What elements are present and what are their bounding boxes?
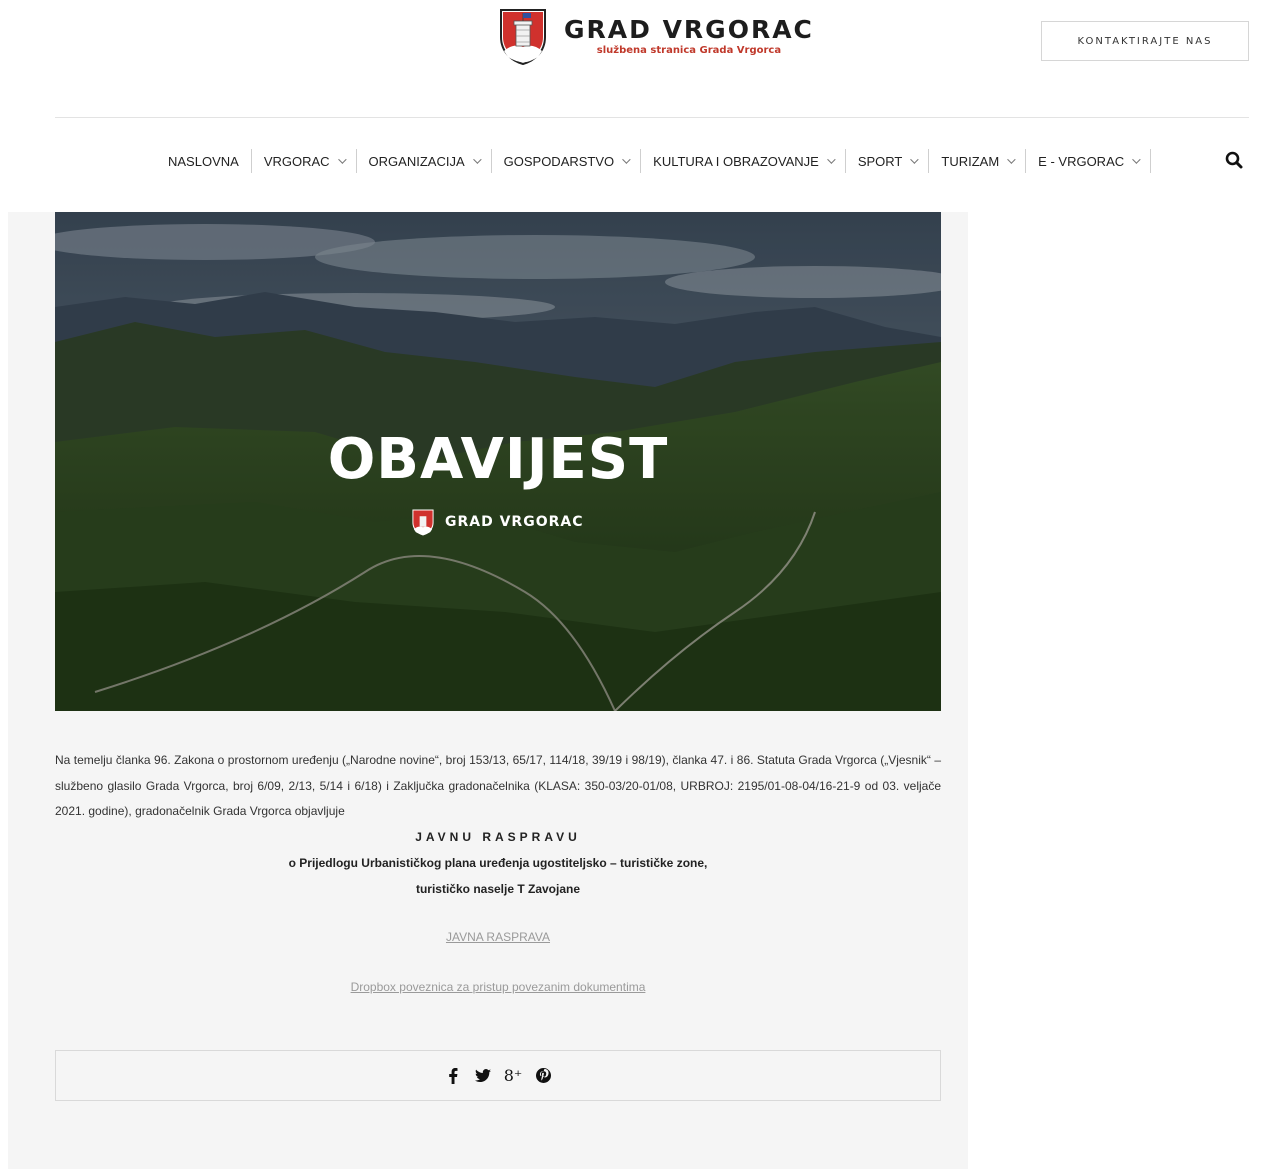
nav-item-label: ORGANIZACIJA <box>368 153 465 169</box>
nav-item-e-vrgorac[interactable]: E - VRGORAC <box>1026 149 1152 173</box>
site-title: GRAD VRGORAC <box>564 15 814 44</box>
crest-icon <box>500 9 546 65</box>
hero-image: OBAVIJEST GRAD VRGORAC <box>55 212 941 711</box>
nav-item-label: VRGORAC <box>263 153 330 169</box>
hero-brand-text: GRAD VRGORAC <box>445 514 584 530</box>
nav-list: NASLOVNA VRGORAC ORGANIZACIJA GOSPODARSTVO K… <box>156 149 1152 173</box>
chevron-down-icon <box>472 155 482 164</box>
article-body: Na temelju članka 96. Zakona o prostorno… <box>55 748 941 994</box>
pinterest-icon[interactable] <box>535 1068 551 1084</box>
site-header: GRAD VRGORAC službena stranica Grada Vrg… <box>0 0 1287 118</box>
nav-item-kultura-i-obrazovanje[interactable]: KULTURA I OBRAZOVANJE <box>641 149 846 173</box>
nav-item-sport[interactable]: SPORT <box>846 149 930 173</box>
nav-item-label: GOSPODARSTVO <box>503 153 615 169</box>
nav-item-naslovna[interactable]: NASLOVNA <box>156 149 252 173</box>
crest-icon <box>412 509 434 536</box>
main-nav: NASLOVNA VRGORAC ORGANIZACIJA GOSPODARSTVO K… <box>0 143 1287 177</box>
twitter-icon[interactable] <box>475 1068 491 1084</box>
site-subtitle: službena stranica Grada Vrgorca <box>596 45 782 56</box>
nav-item-label: SPORT <box>857 153 903 169</box>
chevron-down-icon <box>826 155 836 164</box>
hero-brand: GRAD VRGORAC <box>411 507 584 537</box>
nav-item-gospodarstvo[interactable]: GOSPODARSTVO <box>492 149 642 173</box>
nav-item-label: E - VRGORAC <box>1038 153 1125 169</box>
chevron-down-icon <box>1132 155 1141 164</box>
article-paragraph: Na temelju članka 96. Zakona o prostorno… <box>55 753 941 818</box>
site-logo[interactable]: GRAD VRGORAC službena stranica Grada Vrg… <box>498 7 814 65</box>
content-area: OBAVIJEST GRAD VRGORAC Na temelju članka… <box>8 212 968 1169</box>
nav-item-vrgorac[interactable]: VRGORAC <box>252 149 357 173</box>
facebook-icon[interactable] <box>445 1067 461 1084</box>
article-subheading: o Prijedlogu Urbanističkog plana uređenj… <box>288 855 708 870</box>
article-heading: JAVNU RASPRAVU <box>415 829 581 844</box>
google-plus-icon[interactable]: 8⁺ <box>504 1066 523 1085</box>
chevron-down-icon <box>1007 155 1016 164</box>
share-bar: 8⁺ <box>55 1050 941 1101</box>
article-subheading: turističko naselje T Zavojane <box>415 881 581 896</box>
nav-item-label: KULTURA I OBRAZOVANJE <box>653 153 819 169</box>
chevron-down-icon <box>622 155 631 164</box>
contact-button[interactable]: KONTAKTIRAJTE NAS <box>1041 21 1249 61</box>
nav-item-turizam[interactable]: TURIZAM <box>929 149 1027 173</box>
nav-item-label: NASLOVNA <box>168 153 239 169</box>
hero-title: OBAVIJEST <box>327 427 669 492</box>
chevron-down-icon <box>910 155 920 164</box>
dropbox-link[interactable]: Dropbox poveznica za pristup povezanim d… <box>55 980 941 994</box>
nav-item-organizacija[interactable]: ORGANIZACIJA <box>357 149 492 173</box>
search-icon[interactable] <box>1224 150 1244 170</box>
nav-item-label: TURIZAM <box>941 153 1000 169</box>
header-divider <box>55 117 1249 118</box>
chevron-down-icon <box>337 155 347 164</box>
javna-rasprava-link[interactable]: JAVNA RASPRAVA <box>55 930 941 944</box>
